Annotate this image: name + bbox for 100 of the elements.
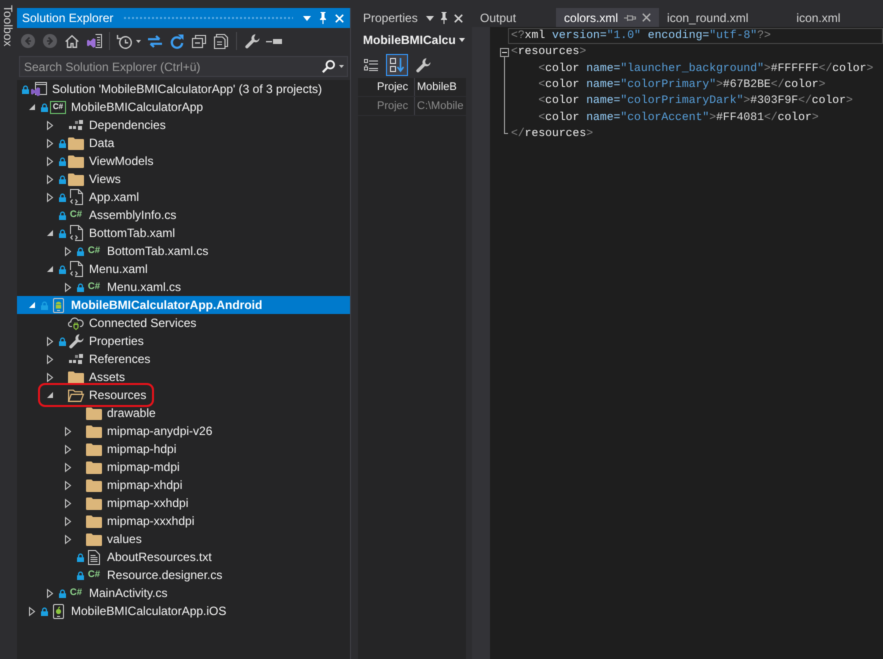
folder-icon xyxy=(86,478,102,492)
expand-arrow-icon[interactable] xyxy=(47,372,53,382)
wrench-icon[interactable] xyxy=(244,34,260,48)
tree-item[interactable]: Assets xyxy=(59,368,128,386)
expand-arrow-icon[interactable] xyxy=(47,192,53,202)
csharp-file-icon: C# xyxy=(88,570,100,580)
expand-arrow-icon[interactable] xyxy=(47,354,53,364)
home-icon[interactable] xyxy=(65,34,79,48)
pin-icon[interactable] xyxy=(440,12,448,24)
pin-icon[interactable] xyxy=(319,12,327,24)
solution-icon xyxy=(31,82,47,96)
search-field[interactable]: Search Solution Explorer (Ctrl+ü) xyxy=(19,56,348,77)
tree-item[interactable]: mipmap-xxxhdpi xyxy=(77,512,198,530)
tree-item[interactable]: App.xaml xyxy=(59,188,142,206)
tree-item[interactable]: mipmap-mdpi xyxy=(77,458,183,476)
expand-arrow-icon[interactable] xyxy=(47,120,53,130)
tree-item[interactable]: MobileBMICalculatorApp.Android xyxy=(41,296,266,314)
caret-down-icon[interactable] xyxy=(136,40,141,42)
toolbar-button[interactable] xyxy=(386,54,408,76)
tree-item[interactable]: C# Resource.designer.cs xyxy=(77,566,226,584)
expand-arrow-icon[interactable] xyxy=(47,156,53,166)
tree-item[interactable]: Views xyxy=(59,170,124,188)
tree-item[interactable]: Menu.xaml xyxy=(59,260,151,278)
categorized-icon xyxy=(364,59,378,71)
expand-arrow-icon[interactable] xyxy=(47,174,53,184)
show-all-files-icon[interactable] xyxy=(214,34,228,48)
pin-icon[interactable] xyxy=(624,14,636,22)
editor-tab[interactable]: Output xyxy=(472,8,556,27)
code-line: <?xml version="1.0" encoding="utf-8"?> xyxy=(511,29,771,44)
expand-arrow-icon[interactable] xyxy=(47,138,53,148)
sync-icon[interactable] xyxy=(147,34,163,48)
tree-item[interactable]: C# MobileBMICalculatorApp xyxy=(41,98,206,116)
expand-arrow-icon[interactable] xyxy=(65,426,71,436)
caret-down-icon[interactable] xyxy=(426,16,434,20)
property-value[interactable]: C:\Mobile xyxy=(415,97,466,115)
tree-item[interactable]: Data xyxy=(59,134,118,152)
expand-arrow-icon[interactable] xyxy=(65,498,71,508)
panel-title: Properties xyxy=(363,11,418,25)
editor-tab[interactable]: icon_round.xml xyxy=(659,8,788,27)
switch-views-icon[interactable] xyxy=(86,34,102,48)
preview-icon[interactable] xyxy=(266,38,282,44)
caret-down-icon[interactable] xyxy=(339,65,344,68)
expand-arrow-icon[interactable] xyxy=(29,606,35,616)
tree-item[interactable]: mipmap-xhdpi xyxy=(77,476,186,494)
tree-item[interactable]: C# MainActivity.cs xyxy=(59,584,170,602)
collapse-arrow-icon[interactable] xyxy=(47,392,53,398)
folder-icon xyxy=(68,136,84,150)
tree-item[interactable]: Solution 'MobileBMICalculatorApp' (3 of 3 projects) xyxy=(22,80,326,98)
expand-arrow-icon[interactable] xyxy=(65,480,71,490)
expand-arrow-icon[interactable] xyxy=(65,282,71,292)
expand-arrow-icon[interactable] xyxy=(47,588,53,598)
tree-item[interactable]: ViewModels xyxy=(59,152,156,170)
tree-item[interactable]: C# BottomTab.xaml.cs xyxy=(77,242,212,260)
tree-item[interactable]: mipmap-anydpi-v26 xyxy=(77,422,216,440)
tree-item[interactable]: Dependencies xyxy=(59,116,169,134)
tree-item[interactable]: Resources xyxy=(59,386,150,404)
editor-tab[interactable]: icon.xml xyxy=(788,8,880,27)
caret-down-icon[interactable] xyxy=(303,16,311,20)
editor-tab[interactable]: colors.xml xyxy=(556,8,660,27)
collapse-arrow-icon[interactable] xyxy=(29,302,35,308)
clock-icon[interactable] xyxy=(117,34,132,48)
open-folder-icon xyxy=(68,388,84,402)
tree-item[interactable]: References xyxy=(59,350,154,368)
tree-item[interactable]: MobileBMICalculatorApp.iOS xyxy=(41,602,230,620)
expand-arrow-icon[interactable] xyxy=(65,444,71,454)
collapse-all-icon[interactable] xyxy=(192,34,206,48)
tree-item[interactable]: values xyxy=(77,530,145,548)
collapse-arrow-icon[interactable] xyxy=(29,104,35,110)
expand-arrow-icon[interactable] xyxy=(47,336,53,346)
expand-arrow-icon[interactable] xyxy=(65,516,71,526)
tree-item[interactable]: BottomTab.xaml xyxy=(59,224,178,242)
tree-item[interactable]: C# AssemblyInfo.cs xyxy=(59,206,180,224)
close-icon[interactable] xyxy=(642,13,652,22)
wrench-icon xyxy=(68,334,84,348)
tree-item[interactable]: mipmap-hdpi xyxy=(77,440,180,458)
tree-item[interactable]: drawable xyxy=(77,404,159,422)
toolbox-tab[interactable]: Toolbox xyxy=(1,5,14,46)
code-line: <resources> xyxy=(511,45,586,60)
expand-arrow-icon[interactable] xyxy=(65,534,71,544)
tree-item[interactable]: C# Menu.xaml.cs xyxy=(77,278,184,296)
folder-icon xyxy=(86,442,102,456)
tree-item[interactable]: AboutResources.txt xyxy=(77,548,215,566)
collapse-arrow-icon[interactable] xyxy=(47,230,53,236)
fold-minus-icon[interactable] xyxy=(500,48,509,57)
close-icon[interactable] xyxy=(454,14,463,22)
tree-item[interactable]: mipmap-xxhdpi xyxy=(77,494,192,512)
search-icon[interactable] xyxy=(322,60,335,73)
property-value[interactable]: MobileB xyxy=(415,78,466,96)
caret-down-icon[interactable] xyxy=(459,38,465,42)
code-line: <color name="colorPrimaryDark">#303F9F</color> xyxy=(537,94,853,108)
expand-arrow-icon[interactable] xyxy=(65,462,71,472)
refresh-icon[interactable] xyxy=(170,34,184,48)
tree-item[interactable]: Connected Services xyxy=(59,314,200,332)
expand-arrow-icon[interactable] xyxy=(65,246,71,256)
object-selector[interactable]: MobileBMICalcu xyxy=(363,30,465,50)
tree-item[interactable]: Properties xyxy=(59,332,147,350)
collapse-arrow-icon[interactable] xyxy=(47,266,53,272)
code-line: <color name="colorAccent">#FF4081</color> xyxy=(537,110,819,125)
csharp-file-icon: C# xyxy=(70,588,82,598)
drag-grip[interactable] xyxy=(123,16,293,20)
